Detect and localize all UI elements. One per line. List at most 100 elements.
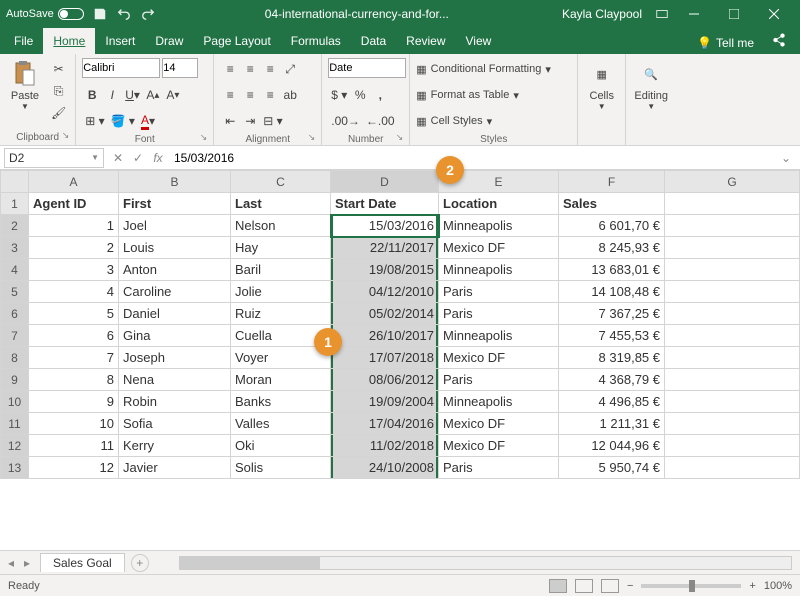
cell[interactable]: 05/02/2014 — [331, 303, 439, 325]
row-hdr[interactable]: 6 — [1, 303, 29, 325]
cell[interactable]: Minneapolis — [439, 259, 559, 281]
tab-insert[interactable]: Insert — [95, 28, 145, 54]
orientation-button[interactable]: ⤢ — [281, 59, 299, 79]
cut-button[interactable]: ✂ — [49, 59, 68, 79]
cell[interactable]: 6 — [29, 325, 119, 347]
borders-button[interactable]: ⊞ ▾ — [83, 111, 106, 131]
cell[interactable]: 10 — [29, 413, 119, 435]
cell[interactable] — [665, 215, 800, 237]
cell[interactable]: Mexico DF — [439, 347, 559, 369]
share-button[interactable] — [762, 29, 796, 54]
cell[interactable]: 8 319,85 € — [559, 347, 665, 369]
row-hdr[interactable]: 12 — [1, 435, 29, 457]
zoom-out-button[interactable]: − — [627, 580, 633, 592]
row-1[interactable]: 1 — [1, 193, 29, 215]
cell[interactable]: 4 — [29, 281, 119, 303]
increase-decimal-button[interactable]: .00→ — [329, 111, 362, 131]
redo-icon[interactable] — [137, 3, 159, 25]
tab-pagelayout[interactable]: Page Layout — [193, 28, 280, 54]
cell[interactable]: 19/09/2004 — [331, 391, 439, 413]
align-top-button[interactable]: ≡ — [221, 59, 239, 79]
cell[interactable] — [665, 237, 800, 259]
cell[interactable]: Paris — [439, 281, 559, 303]
tab-home[interactable]: Home — [43, 28, 95, 54]
minimize-button[interactable] — [674, 0, 714, 28]
cell[interactable] — [665, 391, 800, 413]
row-hdr[interactable]: 11 — [1, 413, 29, 435]
dialog-launcher-icon[interactable]: ↘ — [200, 132, 208, 143]
zoom-level[interactable]: 100% — [764, 580, 792, 592]
cell[interactable]: 4 496,85 € — [559, 391, 665, 413]
cell[interactable] — [665, 303, 800, 325]
cell[interactable]: 7 367,25 € — [559, 303, 665, 325]
row-hdr[interactable]: 8 — [1, 347, 29, 369]
col-A[interactable]: A — [29, 171, 119, 193]
cell-styles-button[interactable]: ▦Cell Styles ▾ — [416, 111, 492, 131]
wrap-text-button[interactable]: ab — [281, 85, 299, 105]
cells-button[interactable]: ▦ Cells ▼ — [584, 58, 619, 111]
cell[interactable]: Minneapolis — [439, 215, 559, 237]
cell[interactable]: 12 — [29, 457, 119, 479]
formula-input[interactable] — [168, 148, 776, 168]
cell[interactable]: 4 368,79 € — [559, 369, 665, 391]
cell[interactable]: 7 455,53 € — [559, 325, 665, 347]
tab-data[interactable]: Data — [351, 28, 396, 54]
cell[interactable]: 04/12/2010 — [331, 281, 439, 303]
align-bottom-button[interactable]: ≡ — [261, 59, 279, 79]
format-as-table-button[interactable]: ▦Format as Table ▾ — [416, 85, 519, 105]
dialog-launcher-icon[interactable]: ↘ — [62, 130, 70, 141]
page-layout-view-button[interactable] — [575, 579, 593, 593]
col-C[interactable]: C — [231, 171, 331, 193]
col-B[interactable]: B — [119, 171, 231, 193]
cell[interactable]: Sales — [559, 193, 665, 215]
cell[interactable]: Mexico DF — [439, 435, 559, 457]
cell[interactable]: Nelson — [231, 215, 331, 237]
row-hdr[interactable]: 3 — [1, 237, 29, 259]
row-hdr[interactable]: 10 — [1, 391, 29, 413]
row-hdr[interactable]: 4 — [1, 259, 29, 281]
underline-button[interactable]: U ▾ — [123, 85, 142, 105]
align-right-button[interactable]: ≡ — [261, 85, 279, 105]
cell[interactable]: Oki — [231, 435, 331, 457]
cell[interactable]: 11 — [29, 435, 119, 457]
add-sheet-button[interactable]: + — [131, 554, 149, 572]
align-middle-button[interactable]: ≡ — [241, 59, 259, 79]
page-break-view-button[interactable] — [601, 579, 619, 593]
undo-icon[interactable] — [113, 3, 135, 25]
cell[interactable]: Joel — [119, 215, 231, 237]
zoom-in-button[interactable]: + — [749, 580, 755, 592]
cell[interactable]: Start Date — [331, 193, 439, 215]
cell[interactable]: Agent ID — [29, 193, 119, 215]
cell[interactable]: Solis — [231, 457, 331, 479]
user-name[interactable]: Kayla Claypool — [562, 7, 642, 21]
normal-view-button[interactable] — [549, 579, 567, 593]
increase-font-button[interactable]: A▴ — [144, 85, 162, 105]
sheet-nav-next[interactable]: ▸ — [24, 556, 40, 570]
cell[interactable] — [665, 435, 800, 457]
horizontal-scrollbar[interactable] — [179, 556, 792, 570]
cell[interactable]: Robin — [119, 391, 231, 413]
select-all-corner[interactable] — [1, 171, 29, 193]
cell[interactable]: Sofia — [119, 413, 231, 435]
cell[interactable]: 26/10/2017 — [331, 325, 439, 347]
tab-draw[interactable]: Draw — [145, 28, 193, 54]
dialog-launcher-icon[interactable]: ↘ — [396, 132, 404, 143]
cell[interactable]: 15/03/2016 — [331, 215, 439, 237]
cell[interactable]: 1 211,31 € — [559, 413, 665, 435]
row-hdr[interactable]: 2 — [1, 215, 29, 237]
cell[interactable]: 19/08/2015 — [331, 259, 439, 281]
row-hdr[interactable]: 9 — [1, 369, 29, 391]
cell[interactable]: 8 — [29, 369, 119, 391]
cell[interactable]: 08/06/2012 — [331, 369, 439, 391]
cell[interactable]: Jolie — [231, 281, 331, 303]
font-size-combo[interactable] — [162, 58, 198, 78]
enter-formula-icon[interactable]: ✓ — [128, 148, 148, 168]
cell[interactable]: Caroline — [119, 281, 231, 303]
cell[interactable]: Gina — [119, 325, 231, 347]
comma-button[interactable]: , — [371, 85, 389, 105]
cell[interactable]: Daniel — [119, 303, 231, 325]
cell[interactable]: Location — [439, 193, 559, 215]
name-box[interactable]: D2▼ — [4, 148, 104, 168]
cell[interactable]: Anton — [119, 259, 231, 281]
align-center-button[interactable]: ≡ — [241, 85, 259, 105]
